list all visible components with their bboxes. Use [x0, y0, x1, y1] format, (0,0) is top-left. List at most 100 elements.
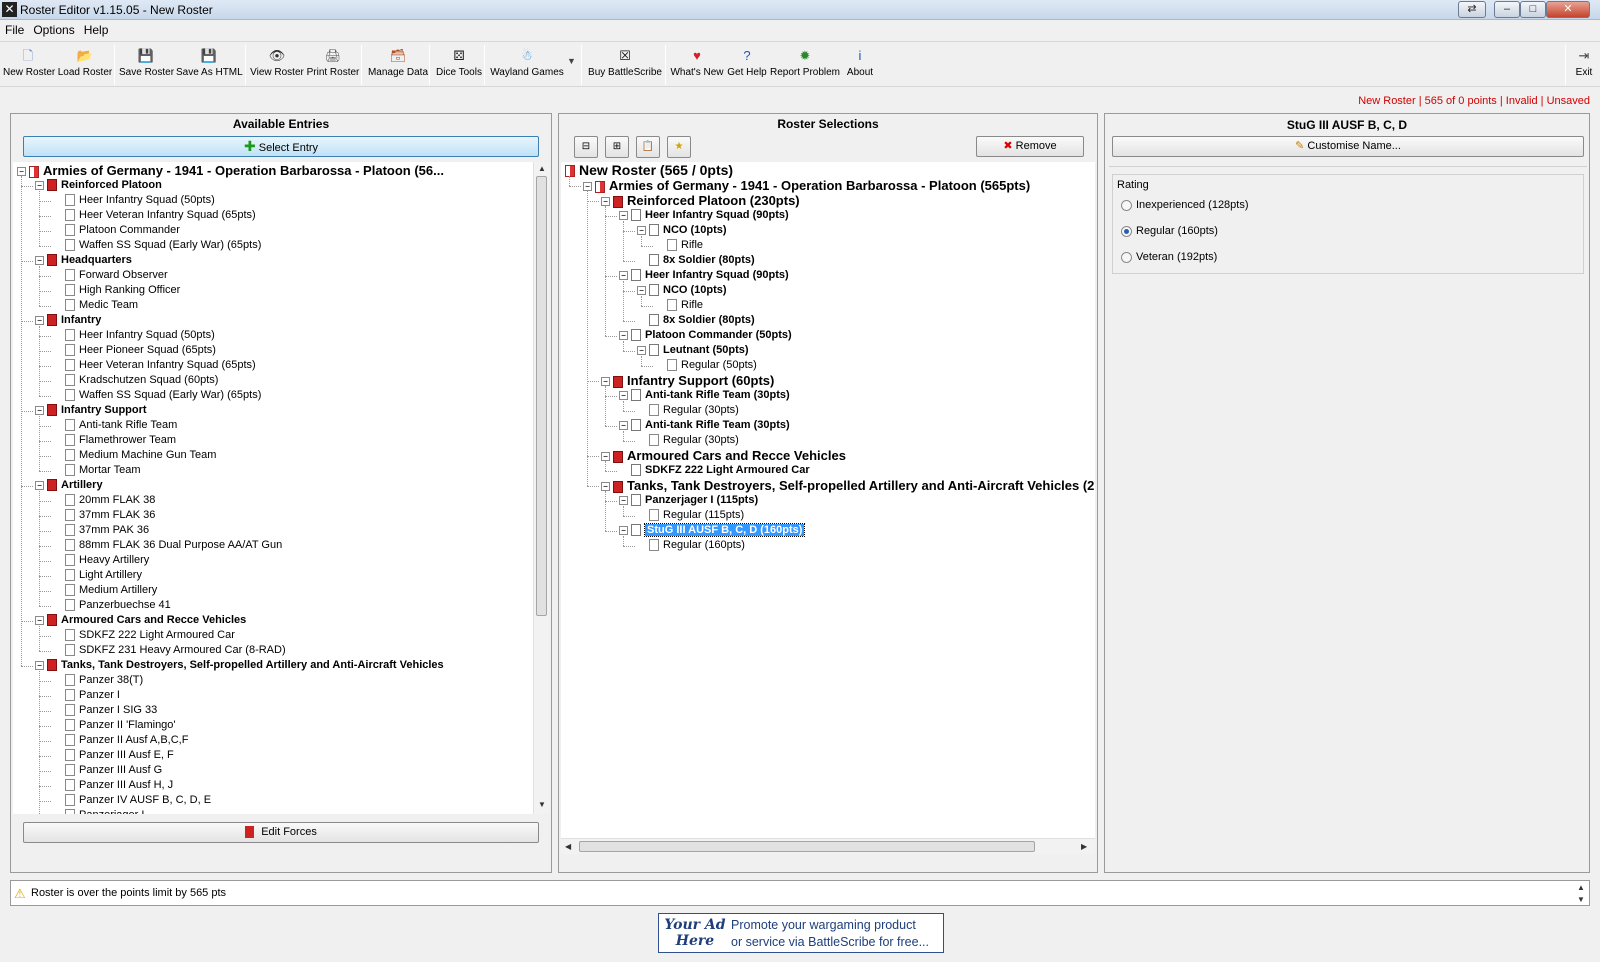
tree-item[interactable]: − Heer Infantry Squad (90pts)	[619, 268, 789, 283]
collapse-toggle-icon[interactable]: −	[35, 255, 44, 265]
tree-item[interactable]: SDKFZ 222 Light Armoured Car	[53, 628, 235, 643]
tree-item[interactable]: − Platoon Commander (50pts)	[619, 328, 792, 343]
tree-item[interactable]: Heer Infantry Squad (50pts)	[53, 193, 215, 208]
tree-item[interactable]: Platoon Commander	[53, 223, 180, 238]
collapse-toggle-icon[interactable]: −	[601, 482, 610, 492]
rating-option-regular[interactable]: Regular (160pts)	[1121, 225, 1218, 237]
save-roster-button[interactable]: 💾 Save Roster	[119, 44, 174, 84]
tree-item[interactable]: Panzer II 'Flamingo'	[53, 718, 176, 733]
tree-item[interactable]: High Ranking Officer	[53, 283, 180, 298]
collapse-toggle-icon[interactable]: −	[619, 210, 628, 220]
copy-button[interactable]: 📋	[636, 136, 660, 158]
tree-item[interactable]: − Artillery	[35, 478, 103, 493]
remove-button[interactable]: ✖ Remove	[976, 136, 1084, 157]
tree-item[interactable]: 8x Soldier (80pts)	[637, 313, 755, 328]
tree-item[interactable]: − Armoured Cars and Recce Vehicles	[35, 613, 246, 628]
tree-item[interactable]: − Anti-tank Rifle Team (30pts)	[619, 418, 790, 433]
tree-item[interactable]: Heer Pioneer Squad (65pts)	[53, 343, 216, 358]
collapse-toggle-icon[interactable]: −	[619, 270, 628, 280]
restore-layout-button[interactable]: ⇄	[1458, 1, 1486, 18]
collapse-toggle-icon[interactable]: −	[35, 180, 44, 190]
collapse-toggle-icon[interactable]: −	[35, 405, 44, 415]
scroll-up-icon[interactable]: ▲	[1577, 883, 1585, 892]
collapse-toggle-icon[interactable]: −	[619, 495, 628, 505]
tree-item[interactable]: Panzer III Ausf H, J	[53, 778, 173, 793]
tree-item[interactable]: Panzer II Ausf A,B,C,F	[53, 733, 188, 748]
buy-battlescribe-button[interactable]: ☒ Buy BattleScribe	[587, 44, 663, 84]
tree-item[interactable]: Light Artillery	[53, 568, 142, 583]
collapse-toggle-icon[interactable]: −	[619, 525, 628, 535]
radio-checked-icon[interactable]	[1121, 225, 1132, 237]
scrollbar-thumb[interactable]	[536, 176, 547, 616]
tree-item[interactable]: Panzer IV AUSF B, C, D, E	[53, 793, 211, 808]
tree-item[interactable]: Medic Team	[53, 298, 138, 313]
tree-item[interactable]: Kradschutzen Squad (60pts)	[53, 373, 218, 388]
ad-banner[interactable]: Your Ad Here Promote your wargaming prod…	[658, 913, 944, 953]
collapse-toggle-icon[interactable]: −	[601, 377, 610, 387]
new-roster-button[interactable]: 🗋 New Roster	[3, 44, 55, 84]
scroll-up-icon[interactable]: ▲	[538, 164, 546, 173]
get-help-button[interactable]: ? Get Help	[726, 44, 768, 84]
collapse-toggle-icon[interactable]: −	[619, 420, 628, 430]
tree-item[interactable]: − Infantry Support (60pts)	[601, 373, 774, 388]
tree-item[interactable]: Medium Artillery	[53, 583, 157, 598]
tree-item[interactable]: Heer Veteran Infantry Squad (65pts)	[53, 358, 256, 373]
edit-forces-button[interactable]: Edit Forces	[23, 822, 539, 843]
tree-item[interactable]: Medium Machine Gun Team	[53, 448, 216, 463]
tree-item[interactable]: Rifle	[655, 298, 703, 313]
collapse-all-button[interactable]: ⊟	[574, 136, 598, 158]
select-entry-button[interactable]: ✚ Select Entry	[23, 136, 539, 157]
about-button[interactable]: i About	[843, 44, 877, 84]
dropdown-arrow-icon[interactable]: ▼	[567, 56, 576, 66]
collapse-toggle-icon[interactable]: −	[35, 615, 44, 625]
tree-item[interactable]: Panzer III Ausf G	[53, 763, 162, 778]
tree-item[interactable]: Regular (115pts)	[637, 508, 744, 523]
tree-item[interactable]: Regular (30pts)	[637, 403, 739, 418]
tree-item[interactable]: − Headquarters	[35, 253, 132, 268]
radio-icon[interactable]	[1121, 251, 1132, 263]
collapse-toggle-icon[interactable]: −	[35, 315, 44, 325]
available-tree-scrollbar[interactable]: ▲ ▼	[533, 162, 549, 814]
collapse-toggle-icon[interactable]: −	[619, 390, 628, 400]
tree-item[interactable]: New Roster (565 / 0pts)	[565, 163, 733, 178]
tree-item[interactable]: Panzerjager I	[53, 808, 144, 814]
tree-item[interactable]: Regular (160pts)	[637, 538, 745, 553]
exit-button[interactable]: ⇥ Exit	[1571, 44, 1597, 84]
tree-item[interactable]: Panzer I	[53, 688, 120, 703]
tree-item[interactable]: Regular (50pts)	[655, 358, 757, 373]
tree-item[interactable]: − Armies of Germany - 1941 - Operation Ba…	[583, 178, 1030, 193]
save-as-html-button[interactable]: 💾 Save As HTML	[176, 44, 243, 84]
print-roster-button[interactable]: 🖨 Print Roster	[306, 44, 360, 84]
rating-option-inexperienced[interactable]: Inexperienced (128pts)	[1121, 199, 1249, 211]
tree-item[interactable]: − Tanks, Tank Destroyers, Self-propelled …	[601, 478, 1095, 493]
roster-tree-hscrollbar[interactable]: ◀ ▶	[561, 838, 1095, 854]
scroll-down-icon[interactable]: ▼	[538, 800, 546, 809]
tree-item[interactable]: Waffen SS Squad (Early War) (65pts)	[53, 388, 261, 403]
scroll-right-icon[interactable]: ▶	[1081, 842, 1087, 851]
manage-data-button[interactable]: 🗃 Manage Data	[367, 44, 429, 84]
expand-all-button[interactable]: ⊞	[605, 136, 629, 158]
scroll-left-icon[interactable]: ◀	[565, 842, 571, 851]
tree-item[interactable]: Heavy Artillery	[53, 553, 149, 568]
collapse-toggle-icon[interactable]: −	[35, 660, 44, 670]
tree-item[interactable]: − Reinforced Platoon (230pts)	[601, 193, 800, 208]
collapse-toggle-icon[interactable]: −	[601, 452, 610, 462]
scrollbar-thumb[interactable]	[579, 841, 1035, 852]
tree-item[interactable]: Rifle	[655, 238, 703, 253]
tree-item[interactable]: 37mm PAK 36	[53, 523, 149, 538]
collapse-toggle-icon[interactable]: −	[637, 285, 646, 295]
collapse-toggle-icon[interactable]: −	[17, 167, 26, 177]
tree-item[interactable]: − Armoured Cars and Recce Vehicles	[601, 448, 846, 463]
scroll-down-icon[interactable]: ▼	[1577, 895, 1585, 904]
tree-item[interactable]: 37mm FLAK 36	[53, 508, 155, 523]
tree-item[interactable]: SDKFZ 222 Light Armoured Car	[619, 463, 810, 478]
tree-item[interactable]: 20mm FLAK 38	[53, 493, 155, 508]
what-s-new-button[interactable]: ♥ What's New	[670, 44, 724, 84]
rating-option-veteran[interactable]: Veteran (192pts)	[1121, 251, 1217, 263]
collapse-toggle-icon[interactable]: −	[35, 480, 44, 490]
collapse-toggle-icon[interactable]: −	[601, 197, 610, 207]
tree-item[interactable]: Flamethrower Team	[53, 433, 176, 448]
tree-item[interactable]: Heer Veteran Infantry Squad (65pts)	[53, 208, 256, 223]
tree-item[interactable]: Anti-tank Rifle Team	[53, 418, 177, 433]
view-roster-button[interactable]: 👁 View Roster	[250, 44, 304, 84]
